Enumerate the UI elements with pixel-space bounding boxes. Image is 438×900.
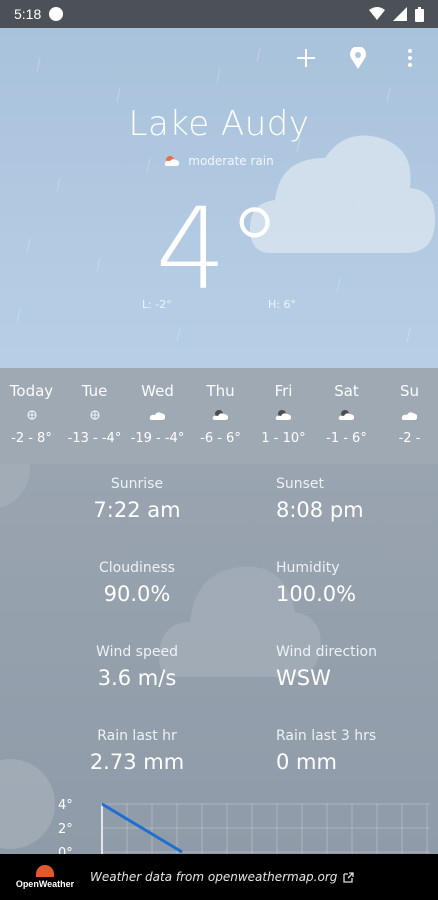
forecast-day-name: Su: [399, 382, 420, 400]
sunrise-value: 7:22 am: [93, 498, 181, 522]
weather-details: Sunrise 7:22 am Sunset 8:08 pm Cloudines…: [0, 464, 438, 854]
graph-y-tick-label: 4°: [58, 798, 73, 813]
location-pin-icon: [350, 47, 366, 69]
signal-icon: [393, 7, 407, 21]
credit-text: Weather data from openweathermap.org: [90, 870, 338, 884]
forecast-day[interactable]: Today -2 - 8°: [0, 368, 63, 464]
forecast-day[interactable]: Sat -1 - 6°: [315, 368, 378, 464]
wind-direction-cell: Wind direction WSW: [276, 644, 377, 690]
status-bar: 5:18: [0, 0, 438, 28]
brand-name: OpenWeather: [15, 879, 75, 889]
wind-direction-value: WSW: [276, 666, 331, 690]
forecast-day-name: Sat: [334, 382, 359, 400]
battery-icon: [415, 6, 424, 22]
cloud-sun-icon: [189, 404, 252, 426]
sun-logo-icon: [36, 865, 54, 877]
sunset-value: 8:08 pm: [276, 498, 364, 522]
rain-3h-value: 0 mm: [276, 750, 337, 774]
wind-speed-value: 3.6 m/s: [97, 666, 177, 690]
forecast-temp-range: -6 - 6°: [200, 431, 241, 446]
humidity-label: Humidity: [276, 560, 340, 576]
snowflake-icon: [0, 404, 63, 426]
data-credit-link[interactable]: Weather data from openweathermap.org: [90, 870, 355, 884]
add-icon: [297, 49, 315, 67]
toolbar: [294, 46, 422, 70]
forecast-day[interactable]: Fri 1 - 10°: [252, 368, 315, 464]
wind-speed-cell: Wind speed 3.6 m/s: [62, 644, 212, 690]
cloud-decoration: [0, 464, 30, 508]
locate-button[interactable]: [346, 46, 370, 70]
forecast-temp-range: 1 - 10°: [261, 431, 306, 446]
cloud-sun-icon: [315, 404, 378, 426]
sunrise-label: Sunrise: [110, 476, 164, 492]
external-link-icon: [343, 871, 355, 883]
humidity-cell: Humidity 100.0%: [276, 560, 356, 606]
wifi-icon: [369, 7, 385, 20]
forecast-day[interactable]: Wed -19 - -4°: [126, 368, 189, 464]
snowflake-icon: [63, 404, 126, 426]
cloud-icon: [378, 404, 438, 426]
graph-y-tick-label: 0°: [58, 846, 73, 854]
app-notification-icon: [49, 7, 64, 21]
city-name: Lake Audy: [128, 104, 310, 144]
sunset-cell: Sunset 8:08 pm: [276, 476, 364, 522]
humidity-value: 100.0%: [276, 582, 357, 606]
forecast-day-name: Fri: [274, 382, 293, 400]
add-location-button[interactable]: [294, 46, 318, 70]
forecast-day[interactable]: Thu -6 - 6°: [189, 368, 252, 464]
more-vert-icon: [408, 49, 412, 67]
condition-row: moderate rain: [0, 154, 438, 168]
rain-3h-label: Rain last 3 hrs: [276, 728, 377, 744]
cloudiness-cell: Cloudiness 90.0%: [62, 560, 212, 606]
daily-forecast[interactable]: Today -2 - 8° Tue -13 - -4° Wed -19 - -4° Thu -…: [0, 368, 438, 464]
rain-1h-label: Rain last hr: [97, 728, 177, 744]
forecast-day-name: Tue: [81, 382, 108, 400]
rain-3h-cell: Rain last 3 hrs 0 mm: [276, 728, 376, 774]
forecast-day-name: Thu: [206, 382, 235, 400]
more-options-button[interactable]: [398, 46, 422, 70]
high-temperature: H: 6°: [268, 298, 296, 311]
forecast-temp-range: -13 - -4°: [67, 431, 122, 446]
sunrise-cell: Sunrise 7:22 am: [62, 476, 212, 522]
forecast-temp-range: -2 -: [398, 431, 421, 446]
graph-y-tick-label: 2°: [58, 822, 73, 837]
forecast-temp-range: -2 - 8°: [11, 431, 52, 446]
cloud-sun-icon: [252, 404, 315, 426]
cloudiness-label: Cloudiness: [99, 560, 175, 576]
forecast-day[interactable]: Tue -13 - -4°: [63, 368, 126, 464]
wind-speed-label: Wind speed: [96, 644, 178, 660]
status-time: 5:18: [14, 6, 42, 22]
footer: OpenWeather Weather data from openweathe…: [0, 854, 438, 900]
rain-cloud-icon: [165, 156, 180, 166]
temperature-graph: 4° 2° 0°: [58, 798, 430, 854]
forecast-temp-range: -19 - -4°: [130, 431, 185, 446]
current-weather-panel: Lake Audy moderate rain 4° L: -2° H: 6°: [0, 28, 438, 368]
forecast-day-name: Wed: [141, 382, 174, 400]
cloudiness-value: 90.0%: [103, 582, 171, 606]
forecast-temp-range: -1 - 6°: [326, 431, 367, 446]
condition-text: moderate rain: [188, 154, 274, 168]
sunset-label: Sunset: [276, 476, 325, 492]
current-temperature: 4°: [155, 185, 283, 315]
rain-1h-value: 2.73 mm: [89, 750, 185, 774]
openweather-logo: OpenWeather: [12, 865, 78, 889]
rain-1h-cell: Rain last hr 2.73 mm: [62, 728, 212, 774]
low-temperature: L: -2°: [142, 298, 172, 311]
cloud-icon: [126, 404, 189, 426]
forecast-day[interactable]: Su -2 -: [378, 368, 438, 464]
forecast-day-name: Today: [9, 382, 54, 400]
wind-direction-label: Wind direction: [276, 644, 377, 660]
